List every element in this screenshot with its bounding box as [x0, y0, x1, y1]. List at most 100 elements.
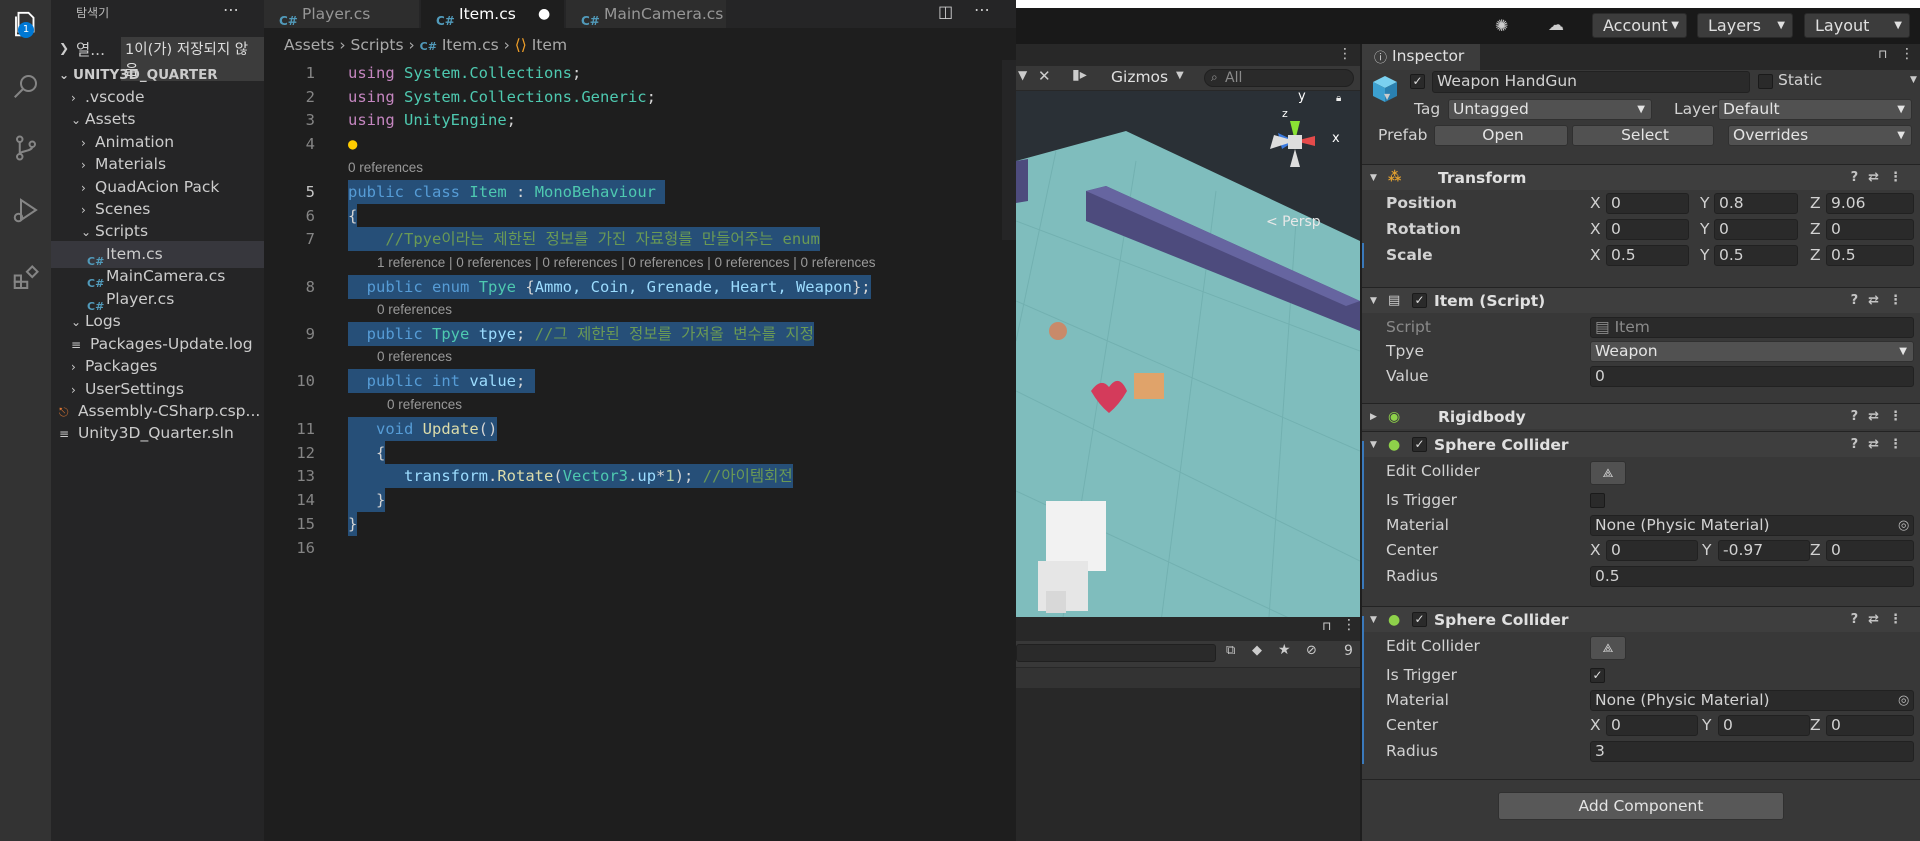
edit-collider-button[interactable]: ⟁	[1590, 636, 1626, 660]
add-component-button[interactable]: Add Component	[1498, 792, 1784, 820]
code-line[interactable]: 3 using UnityEngine;	[264, 108, 1016, 132]
scene-viewport[interactable]: y x z < Persp 🔒︎	[1016, 91, 1360, 661]
codelens-references[interactable]: 0 references	[387, 397, 462, 412]
component-actions-icon[interactable]: ?⇄⋮	[1851, 288, 1912, 314]
tools-icon[interactable]: ✕	[1038, 67, 1051, 85]
search-icon[interactable]	[0, 62, 51, 110]
layers-dropdown[interactable]: Layers ▼	[1697, 13, 1793, 38]
object-picker-icon[interactable]: ◎	[1898, 513, 1909, 538]
filter-type-icon[interactable]: ⧉	[1226, 643, 1235, 658]
account-dropdown[interactable]: Account ▼	[1592, 13, 1687, 38]
scale-y-input[interactable]: 0.5	[1714, 245, 1798, 266]
tab-player-cs[interactable]: C# Player.cs	[264, 0, 419, 28]
lightbulb-icon[interactable]: ●	[348, 132, 357, 156]
more-actions-icon[interactable]: ⋮	[1338, 46, 1352, 62]
chevron-down-icon[interactable]: ▼	[1018, 68, 1027, 82]
center-x-input[interactable]: 0	[1606, 715, 1698, 736]
layout-dropdown[interactable]: Layout ▼	[1804, 13, 1910, 38]
code-line[interactable]: 7 //Tpye이라는 제한된 정보를 가진 자료형를 만들어주는 enum	[264, 227, 1016, 251]
object-picker-icon[interactable]: ◎	[1898, 688, 1909, 713]
prefab-overrides-dropdown[interactable]: Overrides ▼	[1728, 125, 1912, 146]
code-line[interactable]: 13 transform.Rotate(Vector3.up*1); //아이템…	[264, 464, 1016, 488]
code-line[interactable]: 15}	[264, 512, 1016, 536]
extensions-icon[interactable]	[0, 254, 51, 302]
component-actions-icon[interactable]: ?⇄⋮	[1851, 607, 1912, 633]
codelens-references[interactable]: 1 reference | 0 references | 0 reference…	[377, 255, 876, 270]
project-search-input[interactable]	[1016, 644, 1216, 662]
run-debug-icon[interactable]	[0, 186, 51, 234]
chevron-down-icon[interactable]: ▼	[1176, 70, 1184, 81]
item-script-enabled-checkbox[interactable]: ✓	[1412, 293, 1427, 308]
position-y-input[interactable]: 0.8	[1714, 193, 1798, 214]
open-editors-section[interactable]: ❯ 열... 1이(가) 저장되지 않음	[51, 35, 264, 81]
orientation-gizmo-icon[interactable]	[1240, 91, 1350, 201]
codelens-references[interactable]: 0 references	[377, 302, 452, 317]
code-line[interactable]: 6{	[264, 204, 1016, 228]
component-actions-icon[interactable]: ?⇄⋮	[1851, 165, 1912, 191]
code-line[interactable]: 12 {	[264, 441, 1016, 465]
split-editor-icon[interactable]: ◫	[938, 2, 953, 21]
edit-collider-button[interactable]: ⟁	[1590, 461, 1626, 485]
more-actions-icon[interactable]: ⋯	[223, 0, 239, 19]
scene-search-input[interactable]: ⌕ All	[1204, 69, 1354, 87]
center-y-input[interactable]: -0.97	[1718, 540, 1810, 561]
breadcrumb-scripts[interactable]: Scripts	[351, 36, 404, 54]
radius-input[interactable]: 0.5	[1590, 566, 1914, 587]
breadcrumb-symbol[interactable]: Item	[532, 36, 567, 54]
gizmos-button[interactable]: Gizmos	[1111, 68, 1168, 86]
center-y-input[interactable]: 0	[1718, 715, 1810, 736]
value-input[interactable]: 0	[1590, 366, 1914, 387]
code-line[interactable]: 16	[264, 536, 1016, 560]
scale-z-input[interactable]: 0.5	[1826, 245, 1914, 266]
code-line[interactable]: 2 using System.Collections.Generic;	[264, 85, 1016, 109]
camera-icon[interactable]: ▮▸	[1072, 67, 1087, 83]
codelens-references[interactable]: 0 references	[348, 160, 423, 175]
services-icon[interactable]: ✺	[1495, 16, 1508, 35]
codelens-references[interactable]: 0 references	[377, 349, 452, 364]
rotation-x-input[interactable]: 0	[1606, 219, 1689, 240]
hidden-packages-icon[interactable]: ⊘	[1306, 643, 1317, 658]
tag-dropdown[interactable]: Untagged ▼	[1448, 99, 1652, 120]
explorer-icon[interactable]: 1	[0, 0, 51, 48]
material-field[interactable]: None (Physic Material)	[1590, 515, 1914, 536]
unsaved-dot-icon[interactable]: ●	[538, 0, 550, 28]
center-z-input[interactable]: 0	[1826, 715, 1914, 736]
code-line[interactable]: 11 void Update()	[264, 417, 1016, 441]
code-line[interactable]: 4 ●	[264, 132, 1016, 156]
favorite-icon[interactable]: ★	[1278, 642, 1291, 658]
code-line[interactable]: 1 using System.Collections;	[264, 61, 1016, 85]
material-field[interactable]: None (Physic Material)	[1590, 690, 1914, 711]
sphere-collider-2-enabled-checkbox[interactable]: ✓	[1412, 612, 1427, 627]
rotation-y-input[interactable]: 0	[1714, 219, 1798, 240]
sphere-collider-1-enabled-checkbox[interactable]: ✓	[1412, 437, 1427, 452]
tree-item-unity3d-quarter-sln[interactable]: ≡ Unity3D_Quarter.sln	[51, 420, 264, 447]
code-line[interactable]: 5 public class Item : MonoBehaviour	[264, 180, 1016, 204]
center-x-input[interactable]: 0	[1606, 540, 1698, 561]
breadcrumb-file[interactable]: Item.cs	[442, 36, 499, 54]
layer-dropdown[interactable]: Default ▼	[1718, 99, 1912, 120]
sphere-collider-1-header[interactable]: ▼ ● ✓ Sphere Collider ?⇄⋮	[1362, 431, 1920, 457]
tab-inspector[interactable]: ⓘ Inspector	[1362, 44, 1480, 70]
persp-label[interactable]: < Persp	[1266, 214, 1321, 230]
scale-x-input[interactable]: 0.5	[1606, 245, 1689, 266]
breadcrumb-assets[interactable]: Assets	[284, 36, 334, 54]
active-checkbox[interactable]: ✓	[1410, 74, 1425, 89]
lock-icon[interactable]: 🔒︎	[1336, 93, 1341, 104]
radius-input[interactable]: 3	[1590, 741, 1914, 762]
rotation-z-input[interactable]: 0	[1826, 219, 1914, 240]
tpye-dropdown[interactable]: Weapon ▼	[1590, 341, 1914, 362]
code-line[interactable]: 14 }	[264, 488, 1016, 512]
prefab-open-button[interactable]: Open	[1434, 125, 1568, 146]
more-actions-icon[interactable]: ⋮	[1342, 617, 1356, 633]
code-line[interactable]: 10 public int value;	[264, 369, 1016, 393]
tab-item-cs[interactable]: C# Item.cs ●	[421, 0, 564, 28]
code-line[interactable]: 8 public enum Tpye {Ammo, Coin, Grenade,…	[264, 275, 1016, 299]
prefab-select-button[interactable]: Select	[1572, 125, 1714, 146]
rigidbody-header[interactable]: ▶ ◉ Rigidbody ?⇄⋮	[1362, 403, 1920, 429]
more-actions-icon[interactable]: ⋮	[1900, 46, 1914, 62]
tab-maincamera-cs[interactable]: C# MainCamera.cs	[566, 0, 726, 28]
object-name-input[interactable]: Weapon HandGun	[1432, 71, 1750, 93]
component-actions-icon[interactable]: ?⇄⋮	[1851, 432, 1912, 458]
cloud-icon[interactable]: ☁	[1548, 15, 1564, 34]
chevron-down-icon[interactable]: ▼	[1910, 75, 1917, 85]
